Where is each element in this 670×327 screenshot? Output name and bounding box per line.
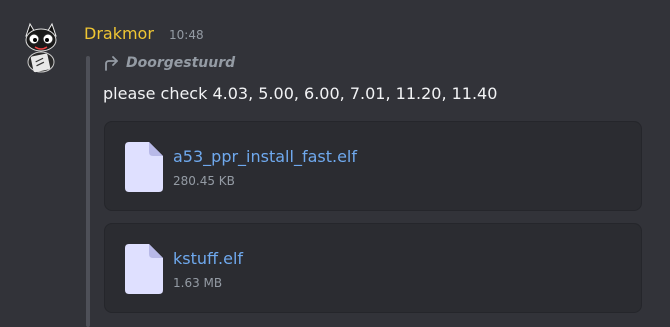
chat-message: Drakmor 10:48 Doorgestuurd please check …	[0, 0, 670, 327]
forward-arrow-icon	[105, 56, 118, 71]
file-icon	[125, 244, 163, 294]
author-name[interactable]: Drakmor	[84, 24, 154, 43]
message-timestamp: 10:48	[169, 28, 204, 42]
forwarded-text: Doorgestuurd	[126, 55, 236, 71]
forward-indicator-bar	[86, 56, 90, 327]
file-size: 1.63 MB	[173, 276, 223, 290]
cartoon-cat-avatar-icon	[20, 22, 62, 74]
file-icon	[125, 142, 163, 192]
message-text: please check 4.03, 5.00, 6.00, 7.01, 11.…	[103, 84, 498, 103]
file-size: 280.45 KB	[173, 174, 235, 188]
file-name-link[interactable]: a53_ppr_install_fast.elf	[173, 147, 357, 166]
forwarded-label: Doorgestuurd	[103, 55, 235, 71]
file-attachment[interactable]: a53_ppr_install_fast.elf 280.45 KB	[104, 121, 642, 211]
file-attachment[interactable]: kstuff.elf 1.63 MB	[104, 223, 642, 313]
file-name-link[interactable]: kstuff.elf	[173, 249, 243, 268]
user-avatar[interactable]	[20, 22, 62, 74]
